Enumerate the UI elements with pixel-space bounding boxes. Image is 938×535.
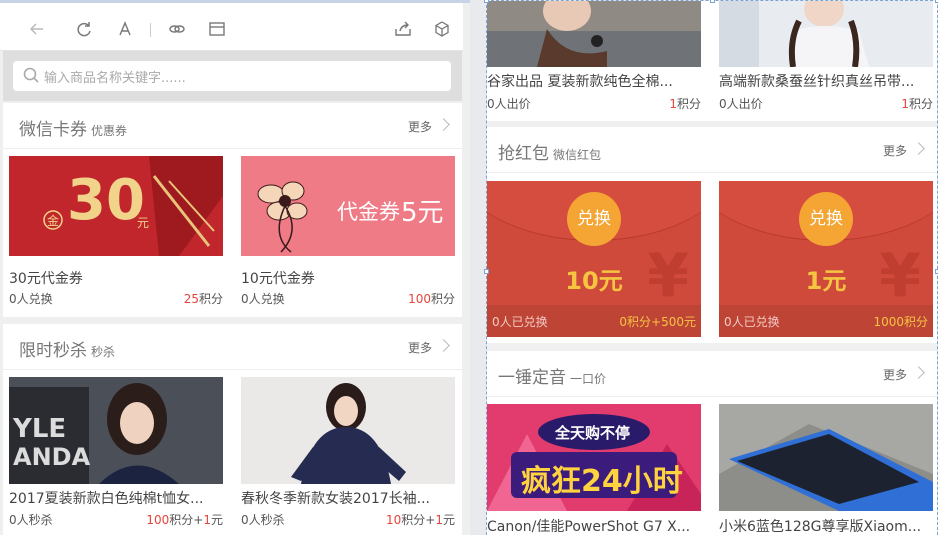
toolbar-separator xyxy=(150,23,151,37)
bidding-grid: 谷家出品 夏装新款纯色全棉... 0人出价 1积分 高端新款桑蚕丝针织真丝吊带.… xyxy=(487,1,937,121)
svg-text:YLE: YLE xyxy=(12,414,66,444)
item-count: 0人秒杀 xyxy=(9,513,53,527)
coupon-grid: 30 元 金 30元代金券 0人兑换 25积分 代金券 5元 10元代金券 0人… xyxy=(3,149,462,317)
red-packet-card[interactable]: ¥ 兑换 1元 0人已兑换 1000积分 xyxy=(719,181,933,337)
red-packet-amount: 1元 xyxy=(805,267,847,295)
item-price: 25积分 xyxy=(183,292,223,306)
left-content: 微信卡券 优惠券 更多 30 元 金 30元代金券 0人兑换 25积分 代金券 … xyxy=(3,103,462,535)
section-title: 微信卡券 优惠券 xyxy=(19,120,128,140)
share-icon[interactable] xyxy=(394,20,412,38)
product-image xyxy=(719,1,933,67)
item-count: 0人秒杀 xyxy=(241,513,285,527)
section-title: 限时秒杀 秒杀 xyxy=(19,341,116,361)
item-price: 1积分 xyxy=(669,97,701,111)
product-image: YLE ANDA xyxy=(9,377,223,484)
window-icon[interactable] xyxy=(208,20,226,38)
resize-handle[interactable] xyxy=(484,269,489,274)
item-title: 高端新款桑蚕丝针织真丝吊带... xyxy=(719,74,915,90)
red-packet-amount: 10元 xyxy=(565,267,623,295)
item-title: 小米6蓝色128G尊享版Xiaom... xyxy=(719,519,922,535)
item-title: 春秋冬季新款女装2017长袖... xyxy=(241,491,430,507)
more-link[interactable]: 更多 xyxy=(883,142,907,159)
back-arrow-icon[interactable] xyxy=(28,20,46,38)
refresh-icon[interactable] xyxy=(75,20,93,38)
left-preview-panel: 输入商品名称关键字...... 微信卡券 优惠券 更多 30 元 金 30元代金… xyxy=(0,0,470,535)
divider xyxy=(3,317,462,324)
red-packet-card[interactable]: ¥ 兑换 10元 0人已兑换 0积分+500元 xyxy=(487,181,701,337)
item-count: 0人兑换 xyxy=(241,292,285,306)
red-packet-footer: 0人已兑换 1000积分 xyxy=(719,305,933,337)
section-header-flash-sale: 限时秒杀 秒杀 更多 xyxy=(3,324,462,370)
resize-handle[interactable] xyxy=(710,0,715,3)
chevron-right-icon[interactable] xyxy=(437,118,450,131)
item-count: 0人兑换 xyxy=(9,292,53,306)
product-image xyxy=(241,377,455,484)
exchange-button[interactable]: 兑换 xyxy=(799,192,853,246)
search-icon xyxy=(23,67,39,83)
app-root: 输入商品名称关键字...... 微信卡券 优惠券 更多 30 元 金 30元代金… xyxy=(0,0,938,535)
cube-icon[interactable] xyxy=(433,20,451,38)
item-title: 30元代金券 xyxy=(9,271,83,287)
item-title: Canon/佳能PowerShot G7 X... xyxy=(487,519,691,535)
item-price: 100积分 xyxy=(408,292,455,306)
more-link[interactable]: 更多 xyxy=(408,118,432,135)
item-price: 100积分+1元 xyxy=(146,513,223,527)
link-icon[interactable] xyxy=(168,20,186,38)
section-header-auction: 一锤定音 一口价 更多 xyxy=(487,351,937,397)
chevron-right-icon[interactable] xyxy=(437,339,450,352)
section-header-coupons: 微信卡券 优惠券 更多 xyxy=(3,103,462,149)
product-image xyxy=(719,404,933,511)
chevron-right-icon[interactable] xyxy=(912,366,925,379)
red-packet-footer: 0人已兑换 0积分+500元 xyxy=(487,305,701,337)
font-icon[interactable] xyxy=(116,20,134,38)
exchange-button[interactable]: 兑换 xyxy=(567,192,621,246)
more-link[interactable]: 更多 xyxy=(883,366,907,383)
search-placeholder: 输入商品名称关键字...... xyxy=(44,71,186,86)
redpack-grid: ¥ 兑换 10元 0人已兑换 0积分+500元 ¥ 兑换 1元 0人已兑换 10… xyxy=(487,173,937,343)
search-bar: 输入商品名称关键字...... xyxy=(3,51,462,101)
item-title: 谷家出品 夏装新款纯色全棉... xyxy=(487,74,673,90)
product-image xyxy=(487,1,701,67)
svg-text:ANDA: ANDA xyxy=(13,443,91,471)
item-title: 10元代金券 xyxy=(241,271,315,287)
item-price: 1积分 xyxy=(901,97,933,111)
auction-grid: 全天购不停 疯狂24小时 Canon/佳能PowerShot G7 X... 小… xyxy=(487,397,937,535)
product-image: 全天购不停 疯狂24小时 xyxy=(487,404,701,511)
coupon-30-image: 30 元 金 xyxy=(9,156,223,256)
section-title: 抢红包 微信红包 xyxy=(498,144,602,164)
chevron-right-icon[interactable] xyxy=(912,142,925,155)
item-count: 0人出价 xyxy=(487,97,531,111)
item-price: 10积分+1元 xyxy=(386,513,455,527)
resize-handle[interactable] xyxy=(484,0,489,3)
flash-sale-grid: YLE ANDA 2017夏装新款白色纯棉t恤女... 0人秒杀 100积分+1… xyxy=(3,370,462,535)
right-preview-panel: 谷家出品 夏装新款纯色全棉... 0人出价 1积分 高端新款桑蚕丝针织真丝吊带.… xyxy=(484,0,938,535)
more-link[interactable]: 更多 xyxy=(408,339,432,356)
item-title: 2017夏装新款白色纯棉t恤女... xyxy=(9,491,204,507)
section-header-redpack: 抢红包 微信红包 更多 xyxy=(487,127,937,173)
coupon-10-image: 代金券 5元 xyxy=(241,156,455,256)
toolbar xyxy=(0,3,463,51)
section-title: 一锤定音 一口价 xyxy=(498,368,607,388)
search-input[interactable]: 输入商品名称关键字...... xyxy=(13,61,451,91)
item-count: 0人出价 xyxy=(719,97,763,111)
